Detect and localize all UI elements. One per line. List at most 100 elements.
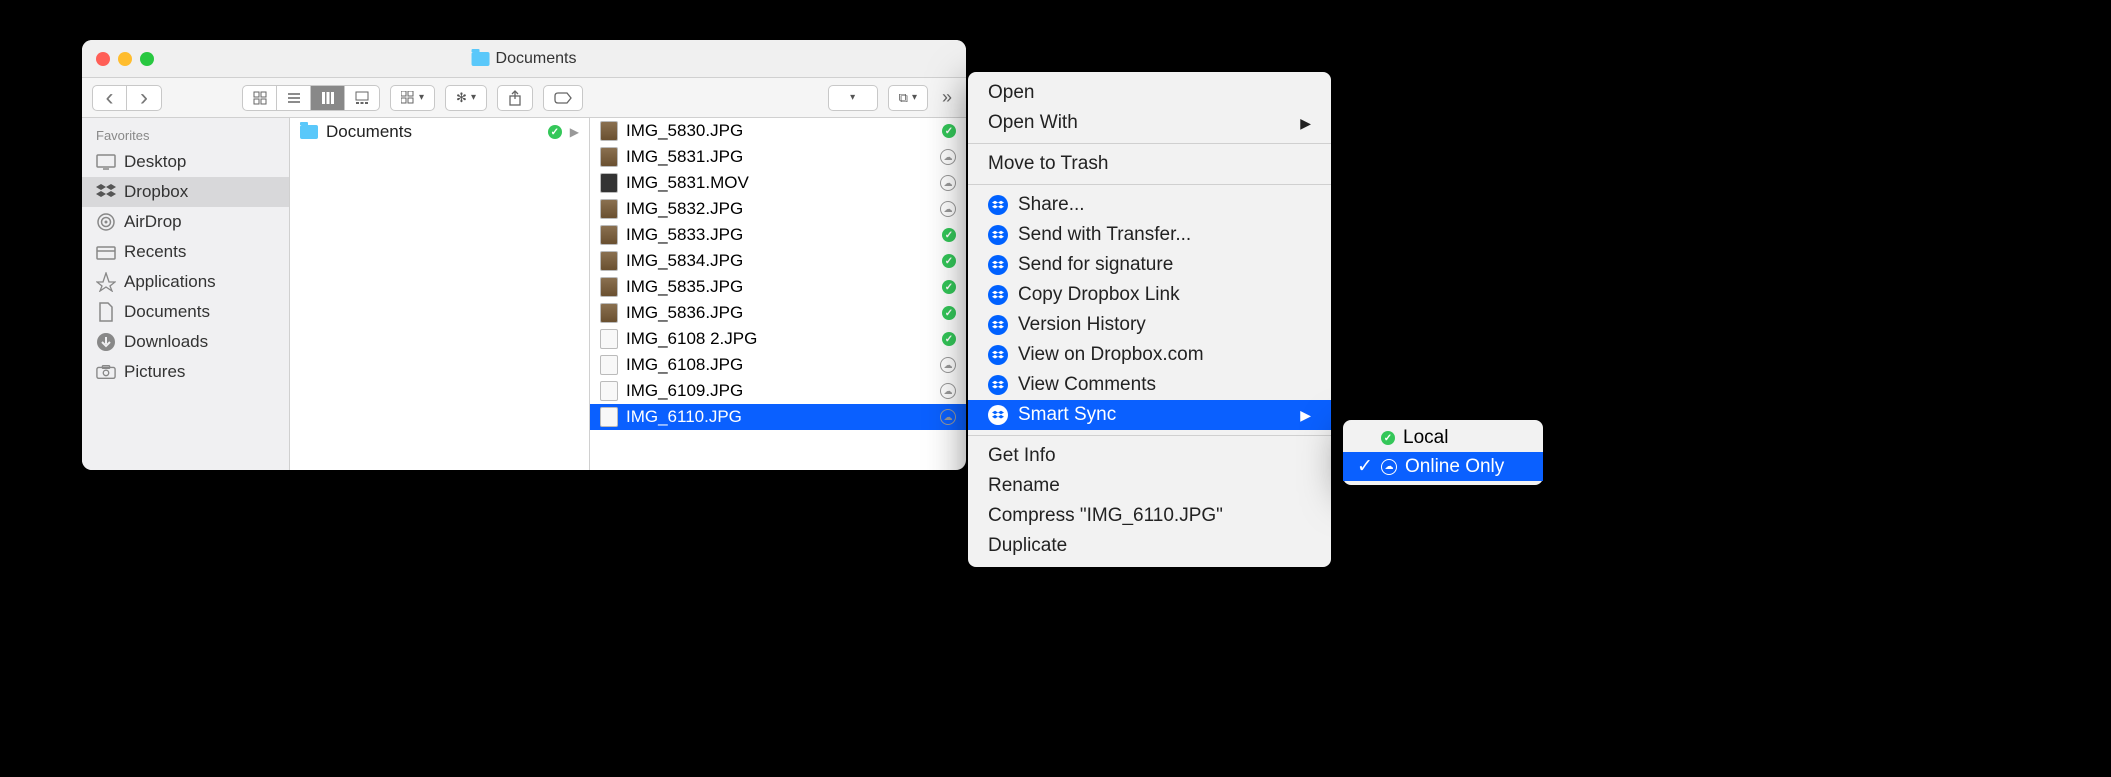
- close-button[interactable]: [96, 52, 110, 66]
- menu-item-label: Smart Sync: [1018, 404, 1116, 426]
- menu-item-rename[interactable]: Rename: [968, 471, 1331, 501]
- sidebar-item-docs[interactable]: Documents: [82, 297, 289, 327]
- menu-item-label: View Comments: [1018, 374, 1156, 396]
- dropbox-toolbar-button[interactable]: ⧉▾: [888, 85, 928, 111]
- sync-status-synced-icon: ✓: [942, 280, 956, 294]
- menu-item-compress-img-6110-jpg[interactable]: Compress "IMG_6110.JPG": [968, 501, 1331, 531]
- gallery-view-button[interactable]: [345, 86, 379, 110]
- menu-item-get-info[interactable]: Get Info: [968, 441, 1331, 471]
- back-button[interactable]: ‹: [93, 86, 127, 110]
- submenu-arrow-icon: ▶: [1300, 407, 1311, 424]
- menu-item-open[interactable]: Open: [968, 78, 1331, 108]
- sync-status-synced-icon: ✓: [942, 332, 956, 346]
- local-icon: ✓: [1381, 431, 1395, 445]
- file-icon: [600, 303, 618, 323]
- menu-item-version-history[interactable]: Version History: [968, 310, 1331, 340]
- file-name: IMG_5830.JPG: [626, 121, 743, 141]
- file-icon: [600, 173, 618, 193]
- gear-icon: ✻: [456, 90, 467, 106]
- dropbox-icon: [988, 225, 1008, 245]
- action-button[interactable]: ✻▾: [445, 85, 487, 111]
- menu-item-view-on-dropbox-com[interactable]: View on Dropbox.com: [968, 340, 1331, 370]
- docs-icon: [96, 302, 116, 322]
- menu-item-smart-sync[interactable]: Smart Sync ▶: [968, 400, 1331, 430]
- file-name: IMG_5834.JPG: [626, 251, 743, 271]
- sidebar-item-airdrop[interactable]: AirDrop: [82, 207, 289, 237]
- sync-status-cloud-icon: ☁: [940, 357, 956, 373]
- menu-item-send-for-signature[interactable]: Send for signature: [968, 250, 1331, 280]
- menu-item-label: Open: [988, 82, 1034, 104]
- menu-item-label: Open With: [988, 112, 1078, 134]
- list-view-button[interactable]: [277, 86, 311, 110]
- menu-item-label: Send with Transfer...: [1018, 224, 1191, 246]
- dropbox-icon: [988, 405, 1008, 425]
- menu-item-view-comments[interactable]: View Comments: [968, 370, 1331, 400]
- sync-status-synced-icon: ✓: [942, 124, 956, 138]
- sidebar-item-desktop[interactable]: Desktop: [82, 147, 289, 177]
- file-name: IMG_6108 2.JPG: [626, 329, 757, 349]
- dropbox-icon: [988, 315, 1008, 335]
- menu-item-label: Get Info: [988, 445, 1056, 467]
- tags-button[interactable]: [543, 85, 583, 111]
- menu-item-share[interactable]: Share...: [968, 190, 1331, 220]
- toolbar-dropdown[interactable]: ▾: [828, 85, 878, 111]
- folder-label: Documents: [326, 122, 412, 142]
- cloud-icon: ☁: [1381, 459, 1397, 475]
- file-row[interactable]: IMG_5831.MOV☁: [590, 170, 966, 196]
- sidebar-item-downloads[interactable]: Downloads: [82, 327, 289, 357]
- menu-item-move-to-trash[interactable]: Move to Trash: [968, 149, 1331, 179]
- file-row[interactable]: IMG_6109.JPG☁: [590, 378, 966, 404]
- sidebar-item-label: Applications: [124, 272, 216, 292]
- menu-item-copy-dropbox-link[interactable]: Copy Dropbox Link: [968, 280, 1331, 310]
- menu-separator: [968, 143, 1331, 144]
- sidebar-item-apps[interactable]: Applications: [82, 267, 289, 297]
- file-name: IMG_6109.JPG: [626, 381, 743, 401]
- file-row[interactable]: IMG_6108.JPG☁: [590, 352, 966, 378]
- forward-button[interactable]: ›: [127, 86, 161, 110]
- window-title-text: Documents: [496, 50, 577, 68]
- file-icon: [600, 277, 618, 297]
- share-button[interactable]: [497, 85, 533, 111]
- sync-status-cloud-icon: ☁: [940, 201, 956, 217]
- zoom-button[interactable]: [140, 52, 154, 66]
- file-icon: [600, 251, 618, 271]
- file-row[interactable]: IMG_5835.JPG✓: [590, 274, 966, 300]
- group-button[interactable]: ▾: [390, 85, 435, 111]
- sync-status-cloud-icon: ☁: [940, 149, 956, 165]
- dropbox-icon: [988, 345, 1008, 365]
- desktop-icon: [96, 152, 116, 172]
- sidebar: Favorites DesktopDropboxAirDropRecentsAp…: [82, 118, 290, 470]
- icon-view-button[interactable]: [243, 86, 277, 110]
- menu-item-duplicate[interactable]: Duplicate: [968, 531, 1331, 561]
- column-view-button[interactable]: [311, 86, 345, 110]
- minimize-button[interactable]: [118, 52, 132, 66]
- file-row[interactable]: IMG_5832.JPG☁: [590, 196, 966, 222]
- submenu-item-local[interactable]: ✓Local: [1343, 424, 1543, 452]
- menu-item-label: Compress "IMG_6110.JPG": [988, 505, 1223, 527]
- file-row[interactable]: IMG_5833.JPG✓: [590, 222, 966, 248]
- file-icon: [600, 355, 618, 375]
- titlebar: Documents: [82, 40, 966, 78]
- menu-item-label: Send for signature: [1018, 254, 1173, 276]
- file-row[interactable]: IMG_5831.JPG☁: [590, 144, 966, 170]
- menu-item-open-with[interactable]: Open With▶: [968, 108, 1331, 138]
- file-row[interactable]: IMG_5836.JPG✓: [590, 300, 966, 326]
- sidebar-item-pictures[interactable]: Pictures: [82, 357, 289, 387]
- toolbar-overflow[interactable]: »: [938, 87, 956, 108]
- file-row[interactable]: IMG_5834.JPG✓: [590, 248, 966, 274]
- sync-status-icon: ✓: [548, 125, 562, 139]
- airdrop-icon: [96, 212, 116, 232]
- submenu-item-online-only[interactable]: ✓☁Online Only: [1343, 452, 1543, 481]
- chevron-right-icon: ▶: [570, 125, 579, 139]
- nav-buttons: ‹ ›: [92, 85, 162, 111]
- context-menu: OpenOpen With▶Move to TrashShare...Send …: [968, 72, 1331, 567]
- menu-item-send-with-transfer[interactable]: Send with Transfer...: [968, 220, 1331, 250]
- menu-item-label: Move to Trash: [988, 153, 1108, 175]
- file-row[interactable]: IMG_6110.JPG☁: [590, 404, 966, 430]
- file-row[interactable]: IMG_6108 2.JPG ✓: [590, 326, 966, 352]
- folder-row-documents[interactable]: Documents ✓ ▶: [290, 118, 589, 146]
- file-row[interactable]: IMG_5830.JPG ✓: [590, 118, 966, 144]
- sidebar-item-dropbox[interactable]: Dropbox: [82, 177, 289, 207]
- sidebar-item-recents[interactable]: Recents: [82, 237, 289, 267]
- menu-separator: [968, 184, 1331, 185]
